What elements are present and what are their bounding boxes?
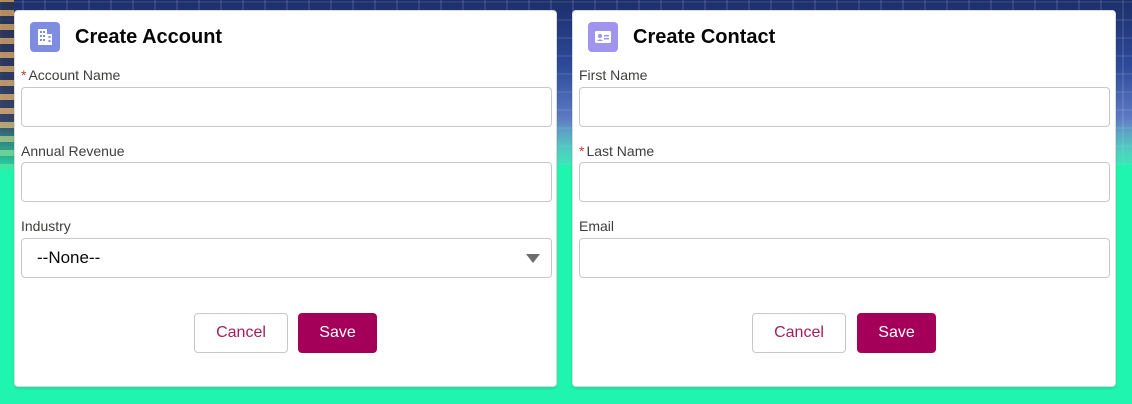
cancel-button[interactable]: Cancel xyxy=(752,313,846,353)
account-name-input[interactable] xyxy=(21,87,552,127)
account-name-label: * Account Name xyxy=(21,67,121,83)
card-header: Create Account xyxy=(30,21,222,53)
last-name-input[interactable] xyxy=(579,162,1110,202)
email-label: Email xyxy=(579,218,615,234)
dropdown-arrow-icon xyxy=(526,254,540,263)
annual-revenue-input[interactable] xyxy=(21,162,552,202)
card-title: Create Contact xyxy=(633,25,776,48)
email-input[interactable] xyxy=(579,238,1110,278)
contact-card-icon xyxy=(588,22,618,52)
card-title: Create Account xyxy=(75,25,223,48)
industry-selected-value: --None-- xyxy=(37,248,101,267)
annual-revenue-label: Annual Revenue xyxy=(21,143,125,159)
required-marker: * xyxy=(21,67,27,83)
last-name-label: * Last Name xyxy=(579,143,655,159)
first-name-input[interactable] xyxy=(579,87,1110,127)
building-icon xyxy=(30,22,60,52)
required-marker: * xyxy=(579,143,585,159)
save-button[interactable]: Save xyxy=(857,313,936,353)
first-name-label: First Name xyxy=(579,67,648,83)
save-button[interactable]: Save xyxy=(298,313,377,353)
industry-select[interactable]: --None-- xyxy=(21,238,552,278)
cancel-button[interactable]: Cancel xyxy=(194,313,288,353)
industry-label: Industry xyxy=(21,218,71,234)
create-contact-card: Create Contact First Name * Last Name Ema… xyxy=(572,10,1116,387)
create-account-card: Create Account * Account Name Annual Reve… xyxy=(14,10,557,387)
card-header: Create Contact xyxy=(588,21,775,53)
